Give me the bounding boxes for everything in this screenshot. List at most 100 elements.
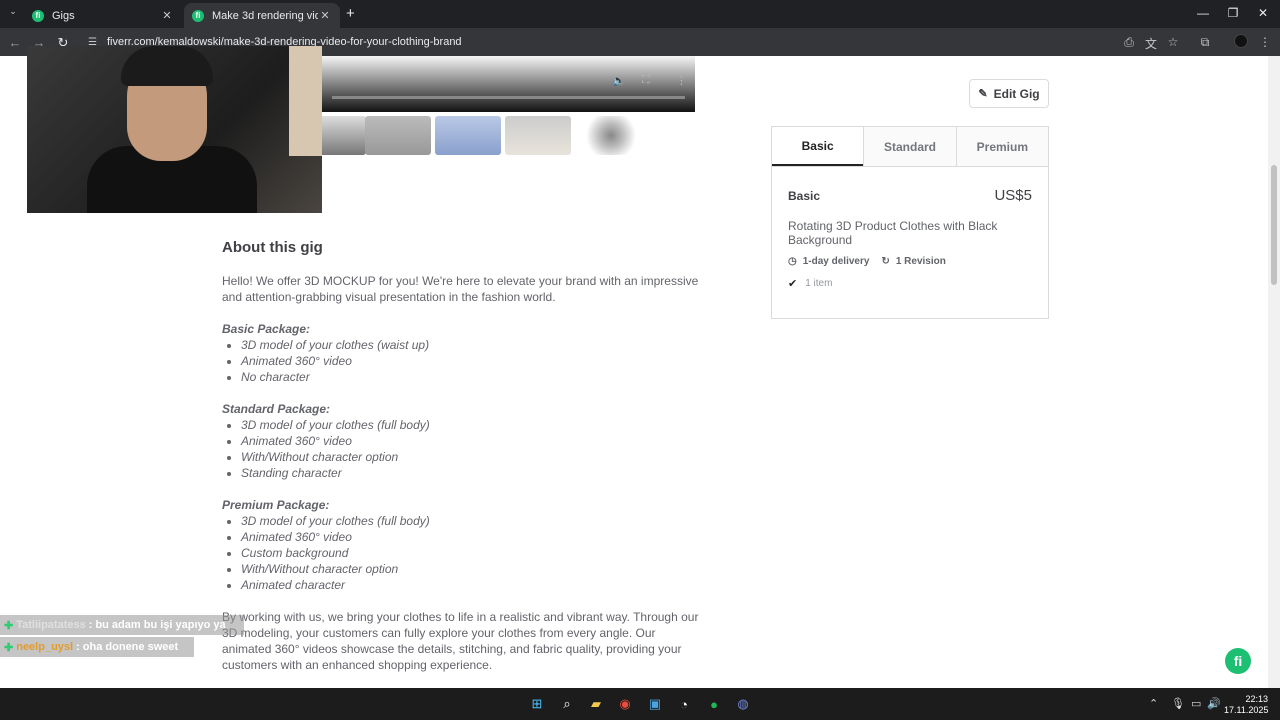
gallery-thumbnail[interactable] — [365, 116, 431, 155]
section-title: Basic Package: — [222, 322, 311, 336]
close-tab-icon[interactable]: ✕ — [160, 9, 174, 22]
discord-icon[interactable]: ◍ — [734, 695, 752, 713]
profile-avatar[interactable] — [1234, 34, 1248, 48]
about-outro: By working with us, we bring your clothe… — [222, 610, 699, 672]
chat-username: neelp_uysl — [16, 641, 74, 653]
list-item: With/Without character option — [241, 449, 702, 465]
tab-premium[interactable]: Premium — [955, 127, 1048, 166]
tab-title: Make 3d rendering video for yo — [212, 9, 318, 22]
fiverr-chat-button[interactable]: fi — [1225, 648, 1251, 674]
back-icon[interactable]: ← — [8, 35, 22, 50]
package-tabs: Basic Standard Premium — [772, 127, 1048, 167]
edit-gig-label: Edit Gig — [993, 86, 1040, 101]
photos-icon[interactable]: ▣ — [646, 695, 664, 713]
chat-badge-icon: ✚ — [4, 619, 14, 632]
close-window-icon[interactable]: ✕ — [1256, 6, 1270, 20]
menu-dots-icon[interactable]: ⋮ — [1258, 35, 1272, 49]
webcam-overlay — [27, 46, 322, 213]
tab-gig-page[interactable]: fi Make 3d rendering video for yo ✕ — [184, 3, 340, 28]
feature-list: 3D model of your clothes (waist up) Anim… — [222, 337, 702, 385]
chat-text: : oha donene sweet — [76, 641, 179, 653]
microphone-icon[interactable]: 🎙 — [1171, 697, 1185, 710]
fullscreen-icon[interactable]: ⛶ — [642, 74, 650, 87]
revision-icon: ↻ — [881, 256, 890, 267]
fiverr-favicon-icon: fi — [32, 9, 44, 22]
chat-badge-icon: ✚ — [4, 641, 14, 654]
clock-time: 22:13 — [1245, 694, 1268, 704]
list-item: Animated 360° video — [241, 433, 702, 449]
webcam-background — [289, 46, 322, 156]
chrome-icon[interactable]: ◉ — [616, 695, 634, 713]
list-item: 3D model of your clothes (full body) — [241, 417, 702, 433]
list-item: No character — [241, 369, 702, 385]
tray-chevron-icon[interactable]: ⌃ — [1149, 697, 1158, 710]
tab-standard[interactable]: Standard — [863, 127, 956, 166]
list-item: 3D model of your clothes (full body) — [241, 513, 702, 529]
restore-icon[interactable]: ❐ — [1226, 6, 1240, 20]
package-description: Rotating 3D Product Clothes with Black B… — [788, 219, 998, 247]
bookmark-star-icon[interactable]: ☆ — [1166, 35, 1180, 49]
video-menu-icon[interactable]: ⋮ — [676, 74, 687, 87]
chat-message: ✚ Tatliipatatess : bu adam bu işi yapıyo… — [0, 615, 244, 635]
chat-text: : bu adam bu işi yapıyo ya — [88, 619, 226, 631]
network-icon[interactable]: ▭ — [1191, 697, 1201, 710]
clock-icon: ◷ — [788, 256, 797, 267]
package-feature: ✔ 1 item — [788, 277, 832, 290]
tab-gigs[interactable]: fi Gigs ✕ — [24, 3, 182, 28]
volume-icon[interactable]: 🔈 — [612, 74, 626, 87]
revision-count: 1 Revision — [895, 256, 946, 267]
fiverr-favicon-icon: fi — [192, 9, 204, 22]
tab-search-chevron-icon[interactable]: ⌄ — [6, 6, 20, 20]
feature-label: 1 item — [805, 278, 833, 289]
feature-list: 3D model of your clothes (full body) Ani… — [222, 513, 702, 593]
chat-username: Tatliipatatess — [16, 619, 86, 631]
volume-icon[interactable]: 🔊 — [1207, 697, 1221, 710]
start-windows-icon[interactable]: ⊞ — [528, 695, 546, 713]
app-icon[interactable]: ◔ — [675, 695, 693, 713]
edit-gig-button[interactable]: ✎ Edit Gig — [969, 79, 1049, 108]
page-scrollbar[interactable] — [1268, 56, 1280, 688]
delivery-time: 1-day delivery — [802, 256, 870, 267]
gig-video-player[interactable]: 🔈 ⛶ ⋮ — [322, 56, 695, 112]
list-item: With/Without character option — [241, 561, 702, 577]
about-title: About this gig — [222, 239, 323, 256]
chat-message: ✚ neelp_uysl : oha donene sweet — [0, 637, 194, 657]
tab-strip: ⌄ fi Gigs ✕ fi Make 3d rendering video f… — [0, 0, 1280, 28]
spotify-icon[interactable]: ● — [705, 695, 723, 713]
about-intro: Hello! We offer 3D MOCKUP for you! We're… — [222, 274, 699, 304]
new-tab-icon[interactable]: + — [346, 5, 355, 22]
minimize-icon[interactable]: — — [1196, 6, 1210, 20]
scrollbar-thumb[interactable] — [1271, 165, 1277, 285]
tab-title: Gigs — [52, 9, 75, 22]
list-item: Custom background — [241, 545, 702, 561]
package-meta: ◷ 1-day delivery ↻ 1 Revision — [788, 256, 952, 267]
gallery-thumbnail[interactable] — [435, 116, 501, 155]
extensions-icon[interactable]: ⧉ — [1198, 35, 1212, 50]
list-item: Animated 360° video — [241, 353, 702, 369]
list-item: Animated character — [241, 577, 702, 593]
webcam-person-hair — [121, 46, 213, 86]
system-clock[interactable]: 22:13 17.11.2025 — [1224, 694, 1268, 716]
package-price: US$5 — [994, 187, 1032, 204]
section-title: Standard Package: — [222, 402, 331, 416]
tab-basic[interactable]: Basic — [772, 127, 864, 166]
file-explorer-icon[interactable]: ▰ — [587, 695, 605, 713]
close-tab-icon[interactable]: ✕ — [318, 9, 332, 22]
feature-list: 3D model of your clothes (full body) Ani… — [222, 417, 702, 481]
translate-icon[interactable]: 文 — [1144, 35, 1158, 52]
gallery-thumbnail[interactable] — [505, 116, 571, 155]
about-body: Hello! We offer 3D MOCKUP for you! We're… — [222, 273, 702, 688]
gallery-thumbnail[interactable] — [578, 116, 644, 155]
package-card: Basic Standard Premium Basic US$5 Rotati… — [771, 126, 1049, 319]
list-item: Animated 360° video — [241, 529, 702, 545]
search-icon[interactable]: ⌕ — [558, 695, 576, 713]
install-app-icon[interactable]: ⎙ — [1122, 35, 1136, 50]
section-title: Premium Package: — [222, 498, 330, 512]
clock-date: 17.11.2025 — [1224, 705, 1269, 715]
list-item: Standing character — [241, 465, 702, 481]
pencil-icon: ✎ — [978, 88, 988, 100]
video-progress-bar[interactable] — [332, 96, 685, 99]
taskbar: ⊞ ⌕ ▰ ◉ ▣ ◔ ● ◍ ⌃ 🎙 ▭ 🔊 22:13 17.11.2025 — [0, 688, 1280, 720]
list-item: 3D model of your clothes (waist up) — [241, 337, 702, 353]
checkmark-icon: ✔ — [788, 278, 798, 290]
